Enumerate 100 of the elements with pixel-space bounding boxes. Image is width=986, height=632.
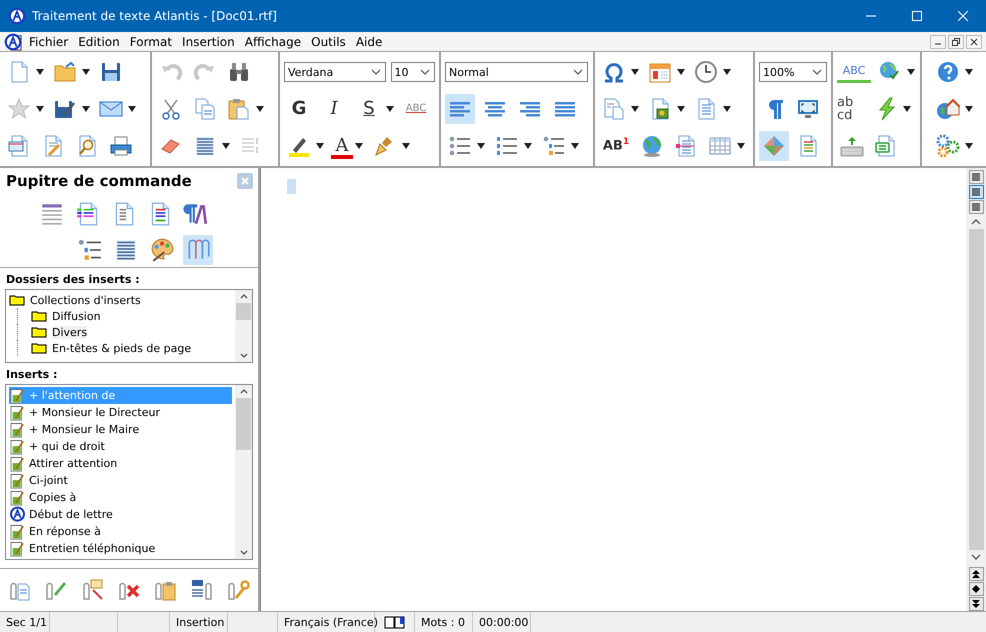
folder-icon [31, 342, 47, 354]
caret-icon [256, 106, 264, 112]
status-text: 00:00:00 [479, 616, 528, 628]
paper-clips-button[interactable] [183, 235, 213, 266]
globe-house-icon [936, 96, 960, 121]
menu-item[interactable]: Edition [73, 34, 125, 48]
close-button[interactable] [966, 34, 982, 48]
list-item[interactable]: Début de lettre [9, 506, 232, 523]
panel-title: Pupitre de commande [6, 172, 192, 190]
palette-icon [149, 237, 175, 264]
restore-button[interactable] [948, 34, 964, 48]
strikethrough-button[interactable]: ABC [401, 94, 431, 124]
caret-icon [677, 106, 685, 112]
next-page-button[interactable] [968, 597, 984, 611]
restore-icon [952, 38, 960, 46]
list-item[interactable]: + Monsieur le Directeur [9, 404, 232, 421]
note-pencil-icon [9, 523, 26, 540]
status-text: Français (France) [284, 616, 378, 628]
close-icon [240, 176, 250, 186]
menu-item[interactable]: Aide [350, 34, 388, 48]
quad-triangles-icon [762, 134, 786, 158]
menu-item[interactable]: Affichage [240, 34, 306, 48]
clock-icon [694, 60, 718, 84]
dropdown-field[interactable]: Normal [445, 62, 588, 82]
copy-icon [193, 96, 217, 121]
list-item[interactable]: + qui de droit [9, 438, 232, 455]
paste-icon [227, 96, 251, 121]
chevron-up-icon [971, 219, 981, 225]
caret-icon [36, 106, 44, 112]
chevron-icon [573, 69, 583, 76]
tree-item[interactable]: Diffusion [31, 308, 104, 324]
folder-icon [31, 326, 47, 338]
view-mode-button[interactable] [968, 185, 984, 199]
scroll-thumb[interactable] [236, 303, 251, 320]
list-item[interactable]: En réponse à [9, 523, 232, 540]
chevron-icon [420, 69, 430, 76]
lines-icon [971, 187, 981, 197]
menu-item[interactable]: Fichier [24, 34, 74, 48]
clip-wrench-icon [226, 578, 250, 602]
list-item[interactable]: Ci-joint [9, 472, 232, 489]
scroll-thumb[interactable] [236, 398, 251, 450]
menu-item[interactable]: Outils [306, 34, 351, 48]
caret-icon [524, 142, 532, 149]
view-mode-button[interactable] [968, 170, 984, 184]
dropdown-field[interactable]: Verdana [284, 62, 386, 82]
caret-icon [477, 142, 485, 149]
window-title: Traitement de texte Atlantis - [Doc01.rtf] [32, 9, 277, 23]
caret-icon [631, 106, 639, 112]
list-item[interactable]: + Monsieur le Maire [9, 421, 232, 438]
previous-page-button[interactable] [968, 567, 984, 581]
omega-icon [602, 60, 626, 84]
browse-object-button[interactable] [968, 582, 984, 596]
scrollbar[interactable] [235, 290, 252, 362]
status-text: Sec 1/1 [6, 616, 47, 628]
caret-icon [903, 106, 911, 112]
caret-icon [222, 142, 230, 149]
caret-icon [631, 69, 639, 76]
dropdown-field[interactable]: 100% [759, 62, 827, 82]
clip-floppy-disk-icon [190, 578, 214, 602]
caret-icon [82, 69, 90, 76]
list-item[interactable]: Copies à [9, 489, 232, 506]
list-item[interactable]: Entretien téléphonique [9, 540, 232, 557]
tree-item[interactable]: En-têtes & pieds de page [31, 340, 194, 356]
italic-button[interactable]: I [319, 94, 349, 124]
caret-icon [355, 142, 363, 149]
note-pencil-icon [9, 404, 26, 421]
globe-icon [640, 134, 664, 158]
menu-item[interactable]: Format [124, 34, 178, 48]
superscript-button[interactable]: AB$^{1}$ [599, 130, 633, 161]
dropdown-field[interactable]: 10 [390, 62, 435, 82]
hyphenation-button[interactable]: ab cd [837, 94, 867, 124]
tree-item[interactable]: Divers [31, 324, 90, 340]
caret-icon [965, 69, 973, 76]
note-pencil-icon [9, 540, 26, 557]
chevron-down-icon [971, 554, 981, 560]
scrollbar[interactable] [235, 385, 252, 559]
circled-a-logo-icon [9, 506, 26, 523]
spellcheck-button[interactable]: ABC [837, 61, 871, 84]
caret-icon [402, 142, 410, 149]
font-color-button[interactable]: A [331, 135, 353, 160]
lines-icon [971, 172, 981, 182]
section-label: Inserts : [6, 368, 58, 381]
note-pencil-icon [9, 438, 26, 455]
section-label: Dossiers des inserts : [6, 273, 141, 286]
menu-item[interactable]: Insertion [177, 34, 240, 48]
tree-item[interactable]: Collections d'inserts [9, 292, 232, 308]
star-icon [7, 96, 31, 121]
diamond-icon [971, 584, 981, 594]
caret-icon [723, 106, 731, 112]
gears-icon [936, 134, 960, 158]
bold-button[interactable]: G [284, 94, 314, 124]
caret-icon [677, 69, 685, 76]
chevron-down-icon [240, 550, 248, 555]
circled-a-logo-icon [8, 7, 26, 25]
align-left-button[interactable] [445, 94, 475, 124]
underline-button[interactable]: S [354, 94, 384, 124]
list-item[interactable]: Attirer attention [9, 455, 232, 472]
folder-icon [53, 60, 77, 84]
view-mode-button[interactable] [968, 200, 984, 214]
minimize-button[interactable] [930, 34, 946, 48]
